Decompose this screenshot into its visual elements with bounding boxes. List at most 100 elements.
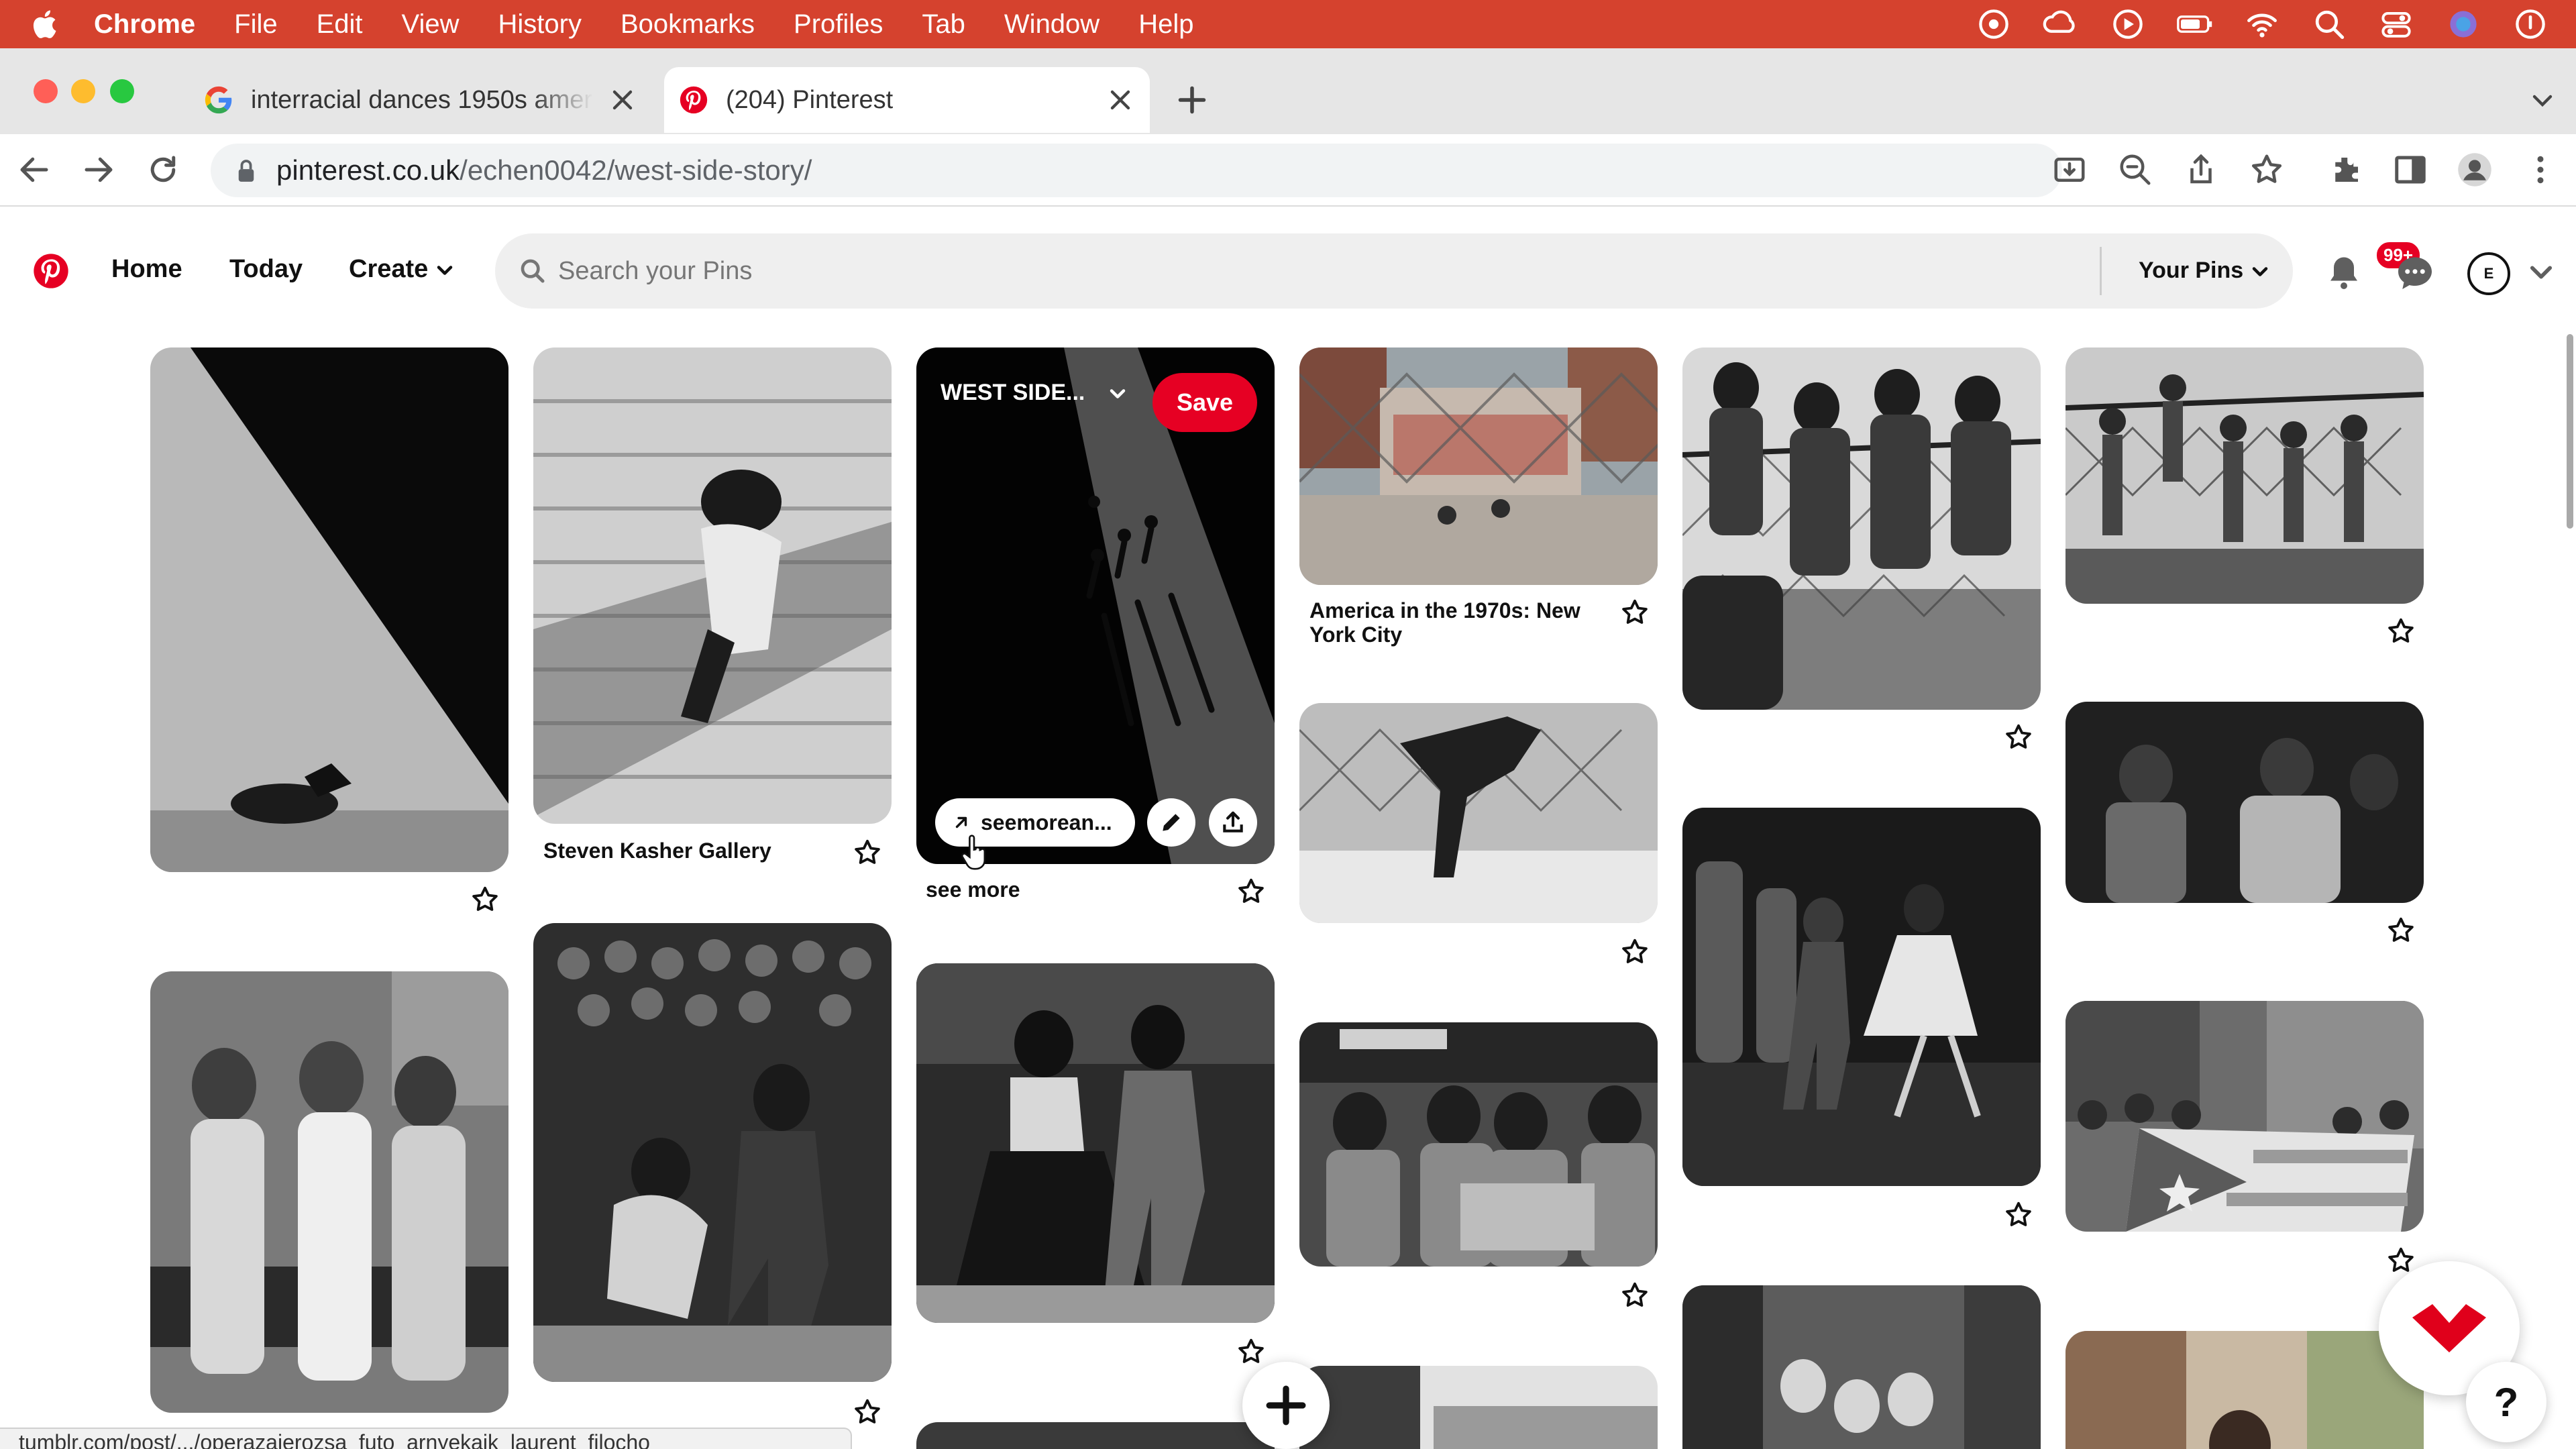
star-icon[interactable] — [470, 884, 500, 915]
close-tab-icon[interactable] — [1107, 87, 1134, 113]
pinterest-header: Home Today Create Your Pins 99+ E — [0, 207, 2576, 334]
window-close-button[interactable] — [34, 79, 58, 103]
bookmark-star-icon[interactable] — [2249, 152, 2285, 188]
reload-icon[interactable] — [145, 152, 181, 188]
pin-source-link-label: seemorean... — [981, 810, 1112, 835]
accounts-chevron-down-icon[interactable] — [2526, 258, 2556, 287]
pin-image-puerto-rico-flag[interactable] — [2065, 1001, 2424, 1232]
messages-chat-icon[interactable] — [2395, 252, 2435, 292]
star-icon[interactable] — [1619, 936, 1650, 967]
profile-avatar-icon[interactable] — [2457, 152, 2493, 188]
pin-image-kids-on-fence[interactable] — [2065, 347, 2424, 604]
menu-profiles[interactable]: Profiles — [794, 9, 883, 40]
pin-image-partial[interactable] — [916, 1422, 1275, 1449]
notifications-bell-icon[interactable] — [2324, 252, 2364, 292]
your-pins-filter[interactable]: Your Pins — [2139, 258, 2270, 284]
pin-grid: Steven Kasher Gallery WEST SIDE... Save — [0, 334, 2576, 1449]
creative-cloud-icon[interactable] — [1975, 7, 2012, 41]
search-input[interactable] — [558, 256, 2034, 286]
window-minimize-button[interactable] — [71, 79, 95, 103]
window-zoom-button[interactable] — [110, 79, 134, 103]
pinterest-icon — [680, 86, 708, 114]
tab-title: (204) Pinterest — [726, 85, 894, 114]
nav-today[interactable]: Today — [229, 255, 303, 284]
pencil-icon — [1163, 814, 1180, 831]
install-app-icon[interactable] — [2051, 152, 2088, 188]
share-icon[interactable] — [2183, 152, 2219, 188]
back-arrow-icon[interactable] — [16, 152, 52, 188]
tab-search-chevron-icon[interactable] — [2529, 87, 2556, 114]
menu-view[interactable]: View — [402, 9, 460, 40]
forward-arrow-icon[interactable] — [80, 152, 117, 188]
create-pin-fab[interactable] — [1242, 1362, 1330, 1449]
user-switch-icon[interactable] — [2512, 7, 2549, 41]
menu-history[interactable]: History — [498, 9, 582, 40]
side-panel-icon[interactable] — [2392, 152, 2428, 188]
star-icon[interactable] — [852, 1397, 883, 1428]
menu-bookmarks[interactable]: Bookmarks — [621, 9, 755, 40]
tab-google-search[interactable]: interracial dances 1950s america — [189, 67, 652, 133]
pin-image-couple-dancing[interactable] — [916, 963, 1275, 1323]
external-link-arrow-icon — [955, 816, 967, 828]
pin-image-swing-dancers[interactable] — [533, 923, 892, 1382]
star-icon[interactable] — [852, 837, 883, 868]
chrome-menu-kebab-icon[interactable] — [2522, 152, 2559, 188]
pin-image-city-building[interactable] — [1299, 1366, 1658, 1449]
pin-image-subway-riders[interactable] — [1299, 1022, 1658, 1267]
star-icon[interactable] — [2385, 915, 2416, 946]
wifi-icon[interactable] — [2243, 7, 2281, 41]
pin-image-boys-on-fence[interactable] — [1682, 347, 2041, 710]
nav-create[interactable]: Create — [349, 255, 455, 284]
user-avatar[interactable]: E — [2467, 252, 2510, 295]
close-tab-icon[interactable] — [609, 87, 636, 113]
pin-caption[interactable]: America in the 1970s: New York City — [1309, 598, 1598, 647]
board-selector[interactable]: WEST SIDE... — [941, 380, 1128, 406]
pinterest-logo-icon[interactable] — [32, 252, 70, 290]
address-bar[interactable]: pinterest.co.uk/echen0042/west-side-stor… — [211, 144, 2062, 197]
pin-image-fence-climber[interactable] — [1299, 703, 1658, 923]
page-scrollbar-thumb[interactable] — [2567, 334, 2573, 529]
save-pin-button[interactable]: Save — [1152, 373, 1257, 432]
pin-image-dance-hall[interactable] — [1682, 808, 2041, 1186]
menu-app-chrome[interactable]: Chrome — [94, 9, 195, 40]
star-icon[interactable] — [2003, 722, 2034, 753]
spotlight-search-icon[interactable] — [2310, 7, 2348, 41]
tab-pinterest[interactable]: (204) Pinterest — [664, 67, 1150, 133]
pin-image-street-color[interactable] — [2065, 1331, 2424, 1449]
pin-caption[interactable]: Steven Kasher Gallery — [543, 839, 832, 863]
pin-image-stairs-climber[interactable] — [533, 347, 892, 824]
help-button[interactable]: ? — [2466, 1362, 2546, 1442]
lock-icon[interactable] — [236, 157, 256, 184]
share-pin-button[interactable] — [1209, 798, 1257, 847]
menu-edit[interactable]: Edit — [317, 9, 363, 40]
extensions-puzzle-icon[interactable] — [2328, 152, 2364, 188]
star-icon[interactable] — [1236, 876, 1267, 907]
tab-title: interracial dances 1950s america — [251, 85, 593, 114]
pin-image-party-dance[interactable] — [2065, 702, 2424, 903]
menu-tab[interactable]: Tab — [922, 9, 965, 40]
star-icon[interactable] — [2385, 616, 2416, 647]
menu-file[interactable]: File — [234, 9, 277, 40]
battery-icon[interactable] — [2176, 7, 2214, 41]
star-icon[interactable] — [2003, 1199, 2034, 1230]
cloud-sync-icon[interactable] — [2042, 7, 2080, 41]
star-icon[interactable] — [1619, 597, 1650, 628]
pin-caption[interactable]: see more — [926, 877, 1214, 902]
pin-image-shadow-wall[interactable] — [150, 347, 508, 872]
star-icon[interactable] — [1236, 1336, 1267, 1367]
star-icon[interactable] — [1619, 1280, 1650, 1311]
pin-image-nyc-playground-color[interactable] — [1299, 347, 1658, 585]
siri-icon[interactable] — [2445, 7, 2482, 41]
pin-image-three-boys[interactable] — [150, 971, 508, 1413]
apple-icon[interactable] — [30, 8, 58, 40]
menu-help[interactable]: Help — [1138, 9, 1193, 40]
edit-pin-button[interactable] — [1147, 798, 1195, 847]
chevron-down-icon — [2252, 267, 2268, 276]
new-tab-plus-icon[interactable] — [1175, 83, 1209, 117]
nav-home[interactable]: Home — [111, 255, 182, 284]
zoom-out-icon[interactable] — [2117, 152, 2153, 188]
play-circle-icon[interactable] — [2109, 7, 2147, 41]
menu-window[interactable]: Window — [1004, 9, 1099, 40]
control-center-icon[interactable] — [2377, 7, 2415, 41]
pin-image-girls-at-window[interactable] — [1682, 1285, 2041, 1449]
